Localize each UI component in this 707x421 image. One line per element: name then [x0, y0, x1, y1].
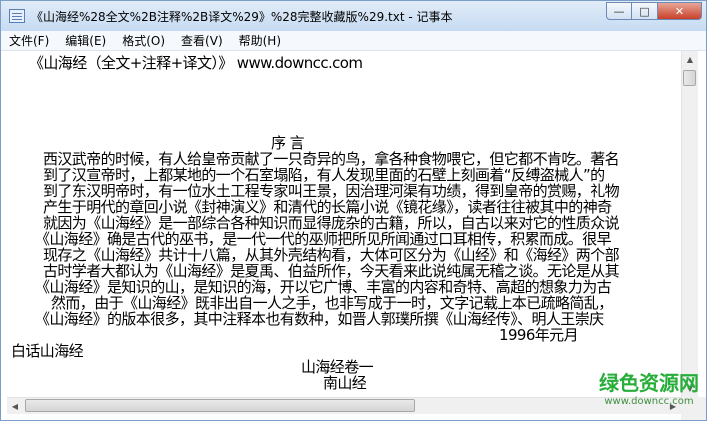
minimize-button[interactable]: — [606, 2, 632, 20]
close-icon: ✕ [674, 4, 685, 18]
watermark-url: www.downcc.com [604, 396, 694, 407]
watermark-text: 绿色资源网 [599, 371, 699, 395]
text-line: 然而，由于《山海经》既非出自一人之手，也非写成于一时，文字记载上本已疏略简乱， [51, 294, 613, 312]
text-line: 《山海经（全文+注释+译文）》 www.downcc.com [29, 54, 363, 72]
text-line: 《山海经》是知识的山，是知识的海，开以它广博、丰富的内容和奇特、高超的想象力为古 [35, 278, 612, 296]
text-line: 西汉武帝的时候，有人给皇帝贡献了一只奇异的鸟，拿各种食物喂它，但它都不肯吃。著名 [43, 150, 620, 168]
menu-edit[interactable]: 编辑(E) [57, 32, 114, 49]
text-line: 到了汉宣帝时，上都某地的一个石室塌陷，有人发现里面的石壁上刻画着“反缚盗械人”的 [43, 166, 605, 184]
window-controls: — □ ✕ [606, 2, 702, 20]
menu-view[interactable]: 查看(V) [173, 32, 231, 49]
notepad-window: 《山海经%28全文%2B注释%2B译文%29》%28完整收藏版%29.txt -… [0, 0, 707, 421]
minimize-icon: — [613, 4, 625, 18]
text-editor[interactable]: 《山海经（全文+注释+译文）》 www.downcc.com 序 言 西汉武帝的… [7, 51, 681, 397]
menu-help[interactable]: 帮助(H) [231, 32, 289, 49]
maximize-button[interactable]: □ [632, 2, 658, 20]
horizontal-scroll-thumb[interactable] [25, 399, 415, 412]
text-line: 现存之《山海经》共计十八篇，从其外壳结构看，大体可区分为《山经》和《海经》两个部 [43, 246, 620, 264]
scroll-up-arrow-icon[interactable]: ▲ [682, 51, 698, 68]
text-line: 到了东汉明帝时，有一位水土工程专家叫王景，因治理河渠有功绩，得到皇帝的赏赐，礼物 [43, 182, 620, 200]
text-line: 就因为《山海经》是一部综合各种知识而显得庞杂的古籍，所以，自古以来对它的性质众说 [43, 214, 620, 232]
text-line: 《山海经》确是古代的巫书，是一代一代的巫师把所见所闻通过口耳相传，积累而成。很早 [35, 230, 612, 248]
notepad-icon [9, 9, 25, 23]
close-button[interactable]: ✕ [658, 2, 702, 20]
text-line: 白话山海经 [11, 342, 84, 360]
text-line: 序 言 [271, 134, 305, 152]
menu-file[interactable]: 文件(F) [1, 32, 57, 49]
scroll-left-arrow-icon[interactable]: ◀ [7, 398, 23, 414]
text-line: 古时学者大都认为《山海经》是夏禹、伯益所作，今天看来此说纯属无稽之谈。无论是从其 [43, 262, 620, 280]
horizontal-scrollbar[interactable]: ◀ ▶ [7, 397, 681, 414]
maximize-icon: □ [639, 4, 650, 18]
watermark-logo: 绿色资源网 www.downcc.com [599, 371, 699, 417]
text-line: 产生于明代的章回小说《封神演义》和清代的长篇小说《镜花缘》，读者往往被其中的神奇 [43, 198, 612, 216]
text-line: 山海经卷一 [301, 358, 374, 376]
window-title: 《山海经%28全文%2B注释%2B译文%29》%28完整收藏版%29.txt -… [31, 9, 453, 24]
text-line: 《山海经》的版本很多，其中注释本也有数种，如晋人郭璞所撰《山海经传》、明人王崇庆 [35, 310, 604, 328]
text-line: 南山经 [323, 374, 367, 392]
vertical-scroll-thumb[interactable] [683, 70, 696, 86]
title-bar[interactable]: 《山海经%28全文%2B注释%2B译文%29》%28完整收藏版%29.txt -… [1, 1, 706, 31]
menu-format[interactable]: 格式(O) [114, 32, 173, 49]
vertical-scrollbar[interactable]: ▲ ▼ [681, 51, 698, 397]
menu-bar: 文件(F) 编辑(E) 格式(O) 查看(V) 帮助(H) [1, 31, 706, 51]
text-line: 1996年元月 [499, 326, 579, 344]
